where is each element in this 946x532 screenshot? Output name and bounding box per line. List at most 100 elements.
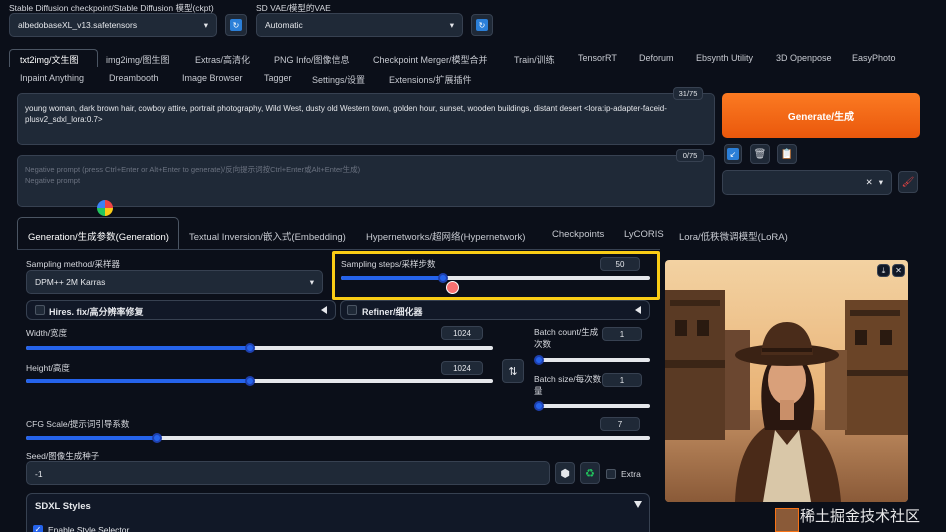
hires-fix-accordion[interactable]: Hires. fix/高分辨率修复 xyxy=(26,300,336,320)
slider-handle[interactable] xyxy=(534,355,544,365)
edit-styles-button[interactable]: 🖌 xyxy=(898,171,918,193)
tab-extras[interactable]: Extras/高清化 xyxy=(195,53,250,66)
checkpoint-dropdown[interactable]: albedobaseXL_v13.safetensors ▾ xyxy=(9,13,217,37)
chevron-down-icon: ▾ xyxy=(309,276,314,287)
refiner-accordion[interactable]: Refiner/细化器 xyxy=(340,300,650,320)
read-params-button[interactable]: ↙ xyxy=(724,144,742,164)
close-icon[interactable]: ✕ xyxy=(866,177,873,188)
tab-tensorrt[interactable]: TensorRT xyxy=(578,53,617,63)
slider-handle[interactable] xyxy=(534,401,544,411)
enable-style-checkbox[interactable]: ✓ xyxy=(33,525,43,532)
subtab-hypernetworks[interactable]: Hypernetworks/超网络(Hypernetwork) xyxy=(366,229,525,243)
refresh-vae-button[interactable]: ↻ xyxy=(471,14,493,36)
subtab-textual-inversion[interactable]: Textual Inversion/嵌入式(Embedding) xyxy=(189,229,346,243)
tab-image-browser[interactable]: Image Browser xyxy=(182,73,243,83)
dice-icon: ⬢ xyxy=(560,467,570,480)
tab-dreambooth[interactable]: Dreambooth xyxy=(109,73,159,83)
refresh-icon: ↻ xyxy=(230,19,242,31)
tab-tagger[interactable]: Tagger xyxy=(264,73,292,83)
slider-handle[interactable] xyxy=(245,343,256,353)
width-input[interactable]: 1024 xyxy=(441,326,483,340)
batch-size-slider[interactable] xyxy=(534,401,650,411)
close-icon: ✕ xyxy=(895,266,902,275)
slider-handle[interactable] xyxy=(245,376,256,386)
tab-settings[interactable]: Settings/设置 xyxy=(312,73,365,86)
close-image-button[interactable]: ✕ xyxy=(892,264,905,277)
reuse-seed-button[interactable]: ♻ xyxy=(580,462,600,484)
color-wheel-icon xyxy=(97,200,113,216)
slider-fill xyxy=(26,436,158,440)
refresh-checkpoint-button[interactable]: ↻ xyxy=(225,14,247,36)
slider-handle[interactable] xyxy=(152,433,163,443)
tab-3d-openpose[interactable]: 3D Openpose xyxy=(776,53,832,63)
cfg-input[interactable]: 7 xyxy=(600,417,640,431)
random-seed-button[interactable]: ⬢ xyxy=(555,462,575,484)
batch-size-label: Batch size/每次数量 xyxy=(534,374,602,396)
batch-size-input[interactable]: 1 xyxy=(602,373,642,387)
width-label: Width/宽度 xyxy=(26,328,68,338)
cfg-slider[interactable] xyxy=(26,433,650,443)
batch-count-label: Batch count/生成次数 xyxy=(534,327,599,349)
height-label: Height/高度 xyxy=(26,363,70,373)
swap-dimensions-button[interactable]: ⇅ xyxy=(502,359,524,383)
tab-easyphoto[interactable]: EasyPhoto xyxy=(852,53,896,63)
trash-button[interactable]: 🗑 xyxy=(750,144,770,164)
width-slider[interactable] xyxy=(26,343,493,353)
sampling-steps-label: Sampling steps/采样步数 xyxy=(341,259,436,269)
output-image[interactable] xyxy=(665,260,908,502)
seed-input[interactable]: -1 xyxy=(26,461,550,485)
refiner-checkbox[interactable] xyxy=(347,305,357,315)
sampling-steps-slider[interactable] xyxy=(341,273,650,283)
refresh-icon: ↻ xyxy=(476,19,488,31)
tab-inpaint-anything[interactable]: Inpaint Anything xyxy=(20,73,84,83)
image-thumbnail[interactable] xyxy=(775,508,799,532)
checkpoint-value: albedobaseXL_v13.safetensors xyxy=(18,20,138,30)
extra-label: Extra xyxy=(621,469,641,479)
tab-checkpoint-merger[interactable]: Checkpoint Merger/模型合并 xyxy=(373,53,488,66)
generate-button[interactable]: Generate/生成 xyxy=(722,93,920,138)
tab-train[interactable]: Train/训练 xyxy=(514,53,555,66)
height-input[interactable]: 1024 xyxy=(441,361,483,375)
height-slider[interactable] xyxy=(26,376,493,386)
clipboard-icon: 📋 xyxy=(780,148,794,160)
prompt-input[interactable]: young woman, dark brown hair, cowboy att… xyxy=(17,93,715,145)
subtab-checkpoints[interactable]: Checkpoints xyxy=(552,229,604,240)
tab-deforum[interactable]: Deforum xyxy=(639,53,674,63)
tab-extensions[interactable]: Extensions/扩展插件 xyxy=(389,73,472,86)
refiner-label: Refiner/细化器 xyxy=(362,307,423,317)
sampling-steps-input[interactable]: 50 xyxy=(600,257,640,271)
styles-dropdown[interactable]: ✕ ▾ xyxy=(722,170,892,195)
sdxl-styles-label: SDXL Styles xyxy=(35,501,91,512)
sampling-method-dropdown[interactable]: DPM++ 2M Karras ▾ xyxy=(26,270,323,294)
subtab-generation[interactable]: Generation/生成参数(Generation) xyxy=(28,229,169,243)
negative-prompt-placeholder: Negative prompt (press Ctrl+Enter or Alt… xyxy=(25,165,361,185)
seed-value: -1 xyxy=(35,469,43,479)
slider-fill xyxy=(26,379,251,383)
subtab-divider xyxy=(17,249,660,250)
batch-count-slider[interactable] xyxy=(534,355,650,365)
sdxl-styles-accordion[interactable]: SDXL Styles ✓ Enable Style Selector xyxy=(26,493,650,532)
batch-count-input[interactable]: 1 xyxy=(602,327,642,341)
expand-arrow-icon xyxy=(634,501,642,508)
extra-checkbox[interactable] xyxy=(606,469,616,479)
tab-txt2img[interactable]: txt2img/文生图 xyxy=(20,53,79,66)
tab-png-info[interactable]: PNG Info/图像信息 xyxy=(274,53,350,66)
subtab-lycoris[interactable]: LyCORIS xyxy=(624,229,664,240)
prompt-text: young woman, dark brown hair, cowboy att… xyxy=(25,104,667,124)
slider-fill xyxy=(26,346,251,350)
vae-value: Automatic xyxy=(265,20,303,30)
download-button[interactable]: ⤓ xyxy=(877,264,890,277)
negative-token-count: 0/75 xyxy=(676,149,704,162)
tab-img2img[interactable]: img2img/图生图 xyxy=(106,53,170,66)
slider-handle[interactable] xyxy=(437,273,448,283)
arrow-icon: ↙ xyxy=(727,148,739,160)
tab-ebsynth[interactable]: Ebsynth Utility xyxy=(696,53,753,63)
collapse-arrow-icon xyxy=(635,306,641,314)
hires-fix-checkbox[interactable] xyxy=(35,305,45,315)
clipboard-button[interactable]: 📋 xyxy=(777,144,797,164)
vae-dropdown[interactable]: Automatic ▾ xyxy=(256,13,463,37)
negative-prompt-input[interactable]: Negative prompt (press Ctrl+Enter or Alt… xyxy=(17,155,715,207)
subtab-lora[interactable]: Lora/低秩微调模型(LoRA) xyxy=(679,229,788,243)
cursor-pointer-icon xyxy=(446,281,459,294)
generated-portrait-image xyxy=(665,260,908,502)
